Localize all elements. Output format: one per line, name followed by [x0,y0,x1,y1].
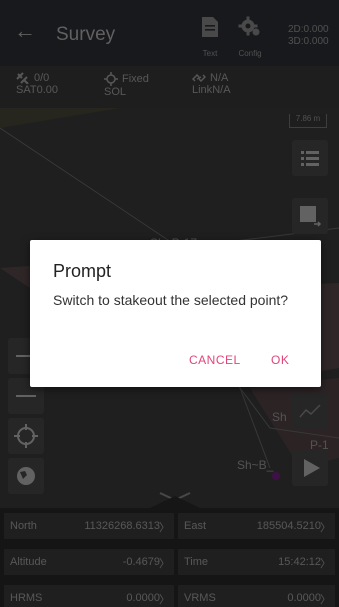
ok-button[interactable]: OK [271,353,289,367]
prompt-dialog: Prompt Switch to stakeout the selected p… [30,240,321,387]
dialog-message: Switch to stakeout the selected point? [53,292,289,308]
cancel-button[interactable]: CANCEL [189,353,241,367]
dialog-title: Prompt [53,261,112,281]
